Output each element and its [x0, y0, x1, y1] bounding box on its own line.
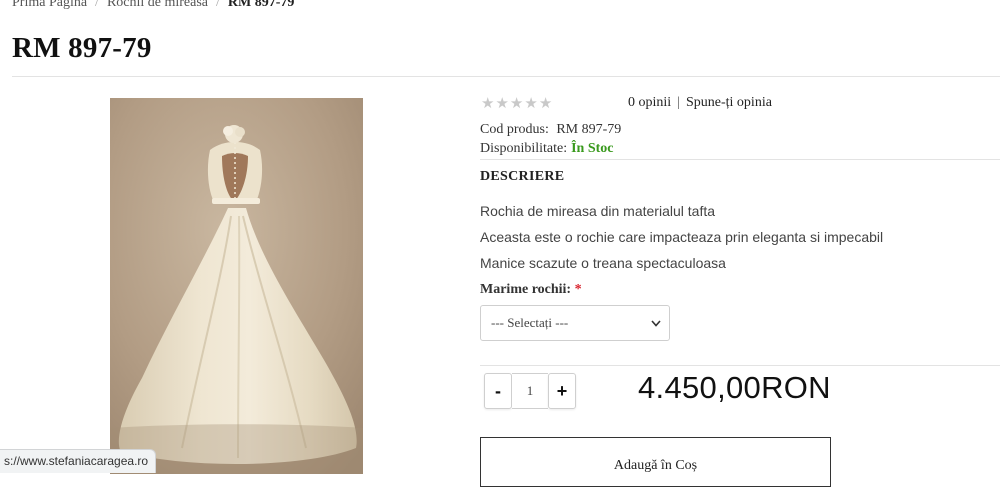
- quantity-input[interactable]: [512, 373, 548, 409]
- quantity-increase-button[interactable]: +: [548, 373, 576, 409]
- star-icon: ★: [495, 96, 509, 112]
- product-code-value: RM 897-79: [556, 122, 622, 137]
- browser-status-url: s://www.stefaniacaragea.ro: [0, 449, 157, 473]
- size-select-value: --- Selectați ---: [491, 315, 569, 330]
- reviews-links: 0 opinii | Spune-ți opinia: [628, 95, 772, 111]
- breadcrumb-category-link[interactable]: Rochii de mireasa: [107, 0, 208, 10]
- star-icon: ★: [538, 96, 553, 112]
- reviews-separator: |: [677, 95, 680, 110]
- breadcrumb-separator: /: [95, 0, 99, 10]
- availability-row: Disponibilitate: În Stoc: [480, 141, 614, 157]
- quantity-stepper: - +: [484, 373, 576, 409]
- breadcrumb-current: RM 897-79: [227, 0, 295, 10]
- star-icon: ★: [481, 96, 495, 112]
- meta-divider: [480, 159, 1000, 160]
- description-line: Manice scazute o treana spectaculoasa: [480, 255, 726, 271]
- product-price: 4.450,00RON: [638, 370, 831, 405]
- availability-value: În Stoc: [571, 141, 614, 156]
- description-line: Rochia de mireasa din materialul tafta: [480, 203, 716, 219]
- description-title: DESCRIERE: [480, 169, 565, 184]
- rating-stars: ★ ★ ★ ★ ★: [481, 94, 552, 113]
- add-to-cart-button[interactable]: Adaugă în Coș: [480, 437, 831, 487]
- star-icon: ★: [524, 96, 538, 112]
- product-code-label: Cod produs:: [480, 122, 549, 137]
- reviews-count-link[interactable]: 0 opinii: [628, 95, 671, 110]
- size-option-label-text: Marime rochii:: [480, 282, 572, 297]
- description-line: Aceasta este o rochie care impacteaza pr…: [480, 229, 884, 245]
- title-divider: [12, 76, 1000, 77]
- star-icon: ★: [509, 96, 524, 112]
- breadcrumb-home-link[interactable]: Prima Pagină: [12, 0, 87, 10]
- write-review-link[interactable]: Spune-ți opinia: [686, 95, 772, 110]
- size-select[interactable]: --- Selectați ---: [480, 305, 670, 341]
- breadcrumb-separator: /: [216, 0, 220, 10]
- wedding-dress-photo: [110, 98, 363, 474]
- availability-label: Disponibilitate:: [480, 141, 568, 156]
- option-divider: [480, 365, 1000, 366]
- breadcrumb: Prima Pagină / Rochii de mireasa / RM 897-79: [12, 0, 294, 11]
- required-mark: *: [574, 282, 582, 297]
- product-image[interactable]: [110, 98, 363, 474]
- page-title: RM 897-79: [12, 32, 152, 64]
- product-code-row: Cod produs: RM 897-79: [480, 122, 621, 138]
- chevron-down-icon: [651, 315, 661, 331]
- quantity-decrease-button[interactable]: -: [484, 373, 512, 409]
- size-option-label: Marime rochii: *: [480, 282, 582, 298]
